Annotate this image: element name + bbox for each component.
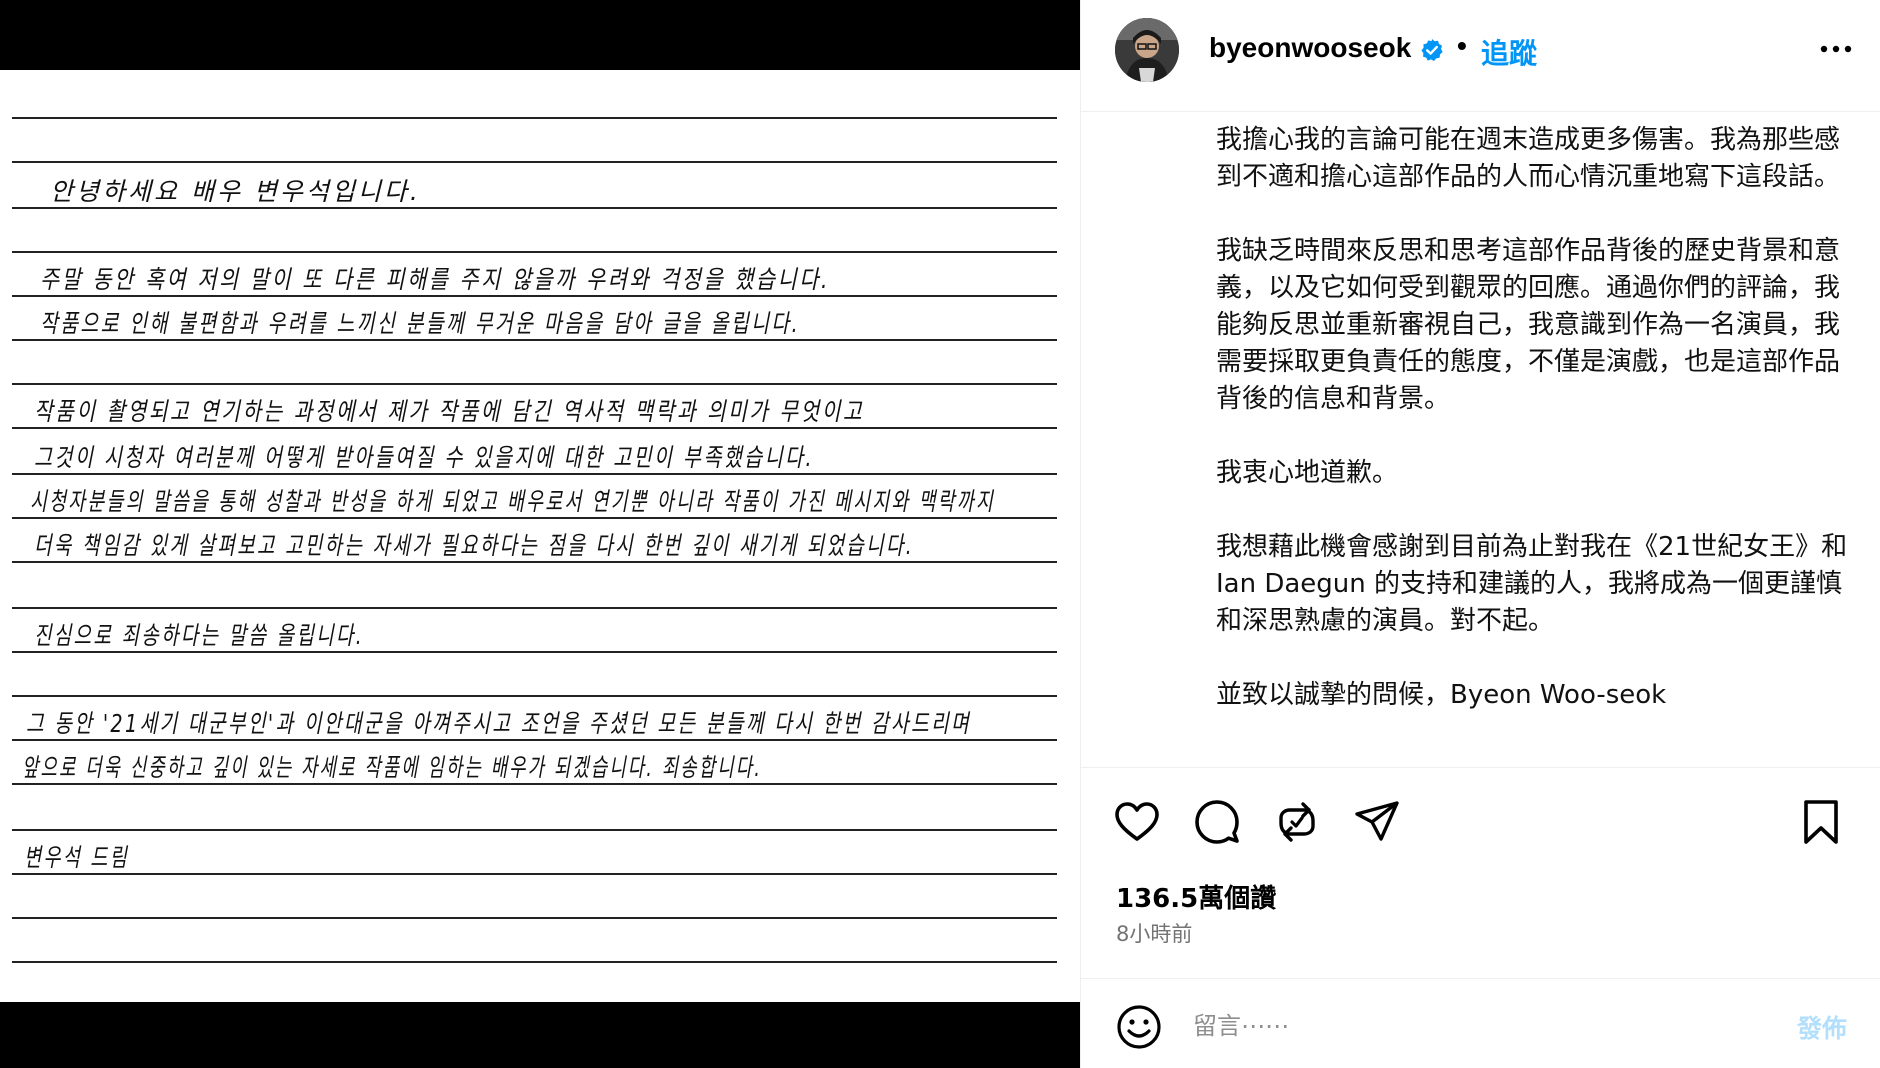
caption-paragraph: 我缺乏時間來反思和思考這部作品背後的歷史背景和意義，以及它如何受到觀眾的回應。通… — [1216, 236, 1841, 414]
verified-badge-icon — [1420, 38, 1444, 62]
comment-icon[interactable] — [1193, 798, 1241, 846]
letter-line: 안녕하세요 배우 변우석입니다. — [50, 177, 421, 206]
post-comment-button[interactable]: 發佈 — [1797, 1009, 1847, 1045]
likes-count[interactable]: 136.5萬個讚 — [1116, 878, 1276, 915]
letter-line: 주말 동안 혹여 저의 말이 또 다른 피해를 주지 않을까 우려와 걱정을 했… — [40, 265, 830, 294]
post-header: byeonwooseok • 追蹤 — [1081, 0, 1880, 112]
handwritten-letter-image: 안녕하세요 배우 변우석입니다. 주말 동안 혹여 저의 말이 또 다른 피해를… — [0, 70, 1080, 1002]
post-sidebar: byeonwooseok • 追蹤 我擔心我的言論可能在週末造成更多傷害。我為那… — [1080, 0, 1880, 1068]
post-timestamp[interactable]: 8小時前 — [1116, 918, 1192, 948]
separator-dot: • — [1457, 30, 1467, 61]
caption-paragraph: 我衷心地道歉。 — [1216, 458, 1399, 488]
letter-line: 변우석 드림 — [24, 843, 129, 872]
emoji-icon[interactable] — [1115, 1003, 1163, 1051]
letter-line: 앞으로 더욱 신중하고 깊이 있는 자세로 작품에 임하는 배우가 되겠습니다.… — [22, 753, 762, 782]
caption-text: 我擔心我的言論可能在週末造成更多傷害。我為那些感到不適和擔心這部作品的人而心情沉… — [1216, 122, 1861, 751]
comment-bar: 發佈 — [1081, 978, 1880, 1068]
letter-line: 시청자분들의 말씀을 통해 성찰과 반성을 하게 되었고 배우로서 연기뿐 아니… — [30, 487, 995, 516]
bookmark-icon[interactable] — [1797, 798, 1845, 846]
caption-paragraph: 我想藉此機會感謝到目前為止對我在《21世紀女王》和 Ian Daegun 的支持… — [1216, 532, 1848, 636]
post-image-panel: 안녕하세요 배우 변우석입니다. 주말 동안 혹여 저의 말이 또 다른 피해를… — [0, 0, 1080, 1068]
share-icon[interactable] — [1353, 798, 1401, 846]
letter-line: 작품이 촬영되고 연기하는 과정에서 제가 작품에 담긴 역사적 맥락과 의미가… — [34, 397, 864, 426]
letter-line: 더욱 책임감 있게 살펴보고 고민하는 자세가 필요하다는 점을 다시 한번 깊… — [34, 531, 914, 560]
caption-paragraph: 並致以誠摯的問候，Byeon Woo-seok — [1216, 680, 1667, 710]
letter-line: 그 동안 '21세기 대군부인'과 이안대군을 아껴주시고 조언을 주셨던 모든… — [26, 709, 971, 738]
letter-line: 진심으로 죄송하다는 말씀 올립니다. — [34, 621, 364, 650]
action-bar — [1081, 768, 1880, 858]
username-link[interactable]: byeonwooseok — [1209, 32, 1411, 64]
repost-icon[interactable] — [1273, 798, 1321, 846]
more-options-icon[interactable] — [1815, 32, 1857, 66]
follow-button[interactable]: 追蹤 — [1481, 32, 1537, 72]
letter-line: 작품으로 인해 불편함과 우려를 느끼신 분들께 무거운 마음을 담아 글을 올… — [40, 309, 800, 338]
comment-input[interactable] — [1193, 1003, 1753, 1049]
post-caption: 我擔心我的言論可能在週末造成更多傷害。我為那些感到不適和擔心這部作品的人而心情沉… — [1081, 112, 1880, 768]
caption-paragraph: 我擔心我的言論可能在週末造成更多傷害。我為那些感到不適和擔心這部作品的人而心情沉… — [1216, 125, 1841, 192]
avatar[interactable] — [1115, 18, 1179, 82]
heart-icon[interactable] — [1113, 798, 1161, 846]
letter-line: 그것이 시청자 여러분께 어떻게 받아들여질 수 있을지에 대한 고민이 부족했… — [34, 443, 814, 472]
